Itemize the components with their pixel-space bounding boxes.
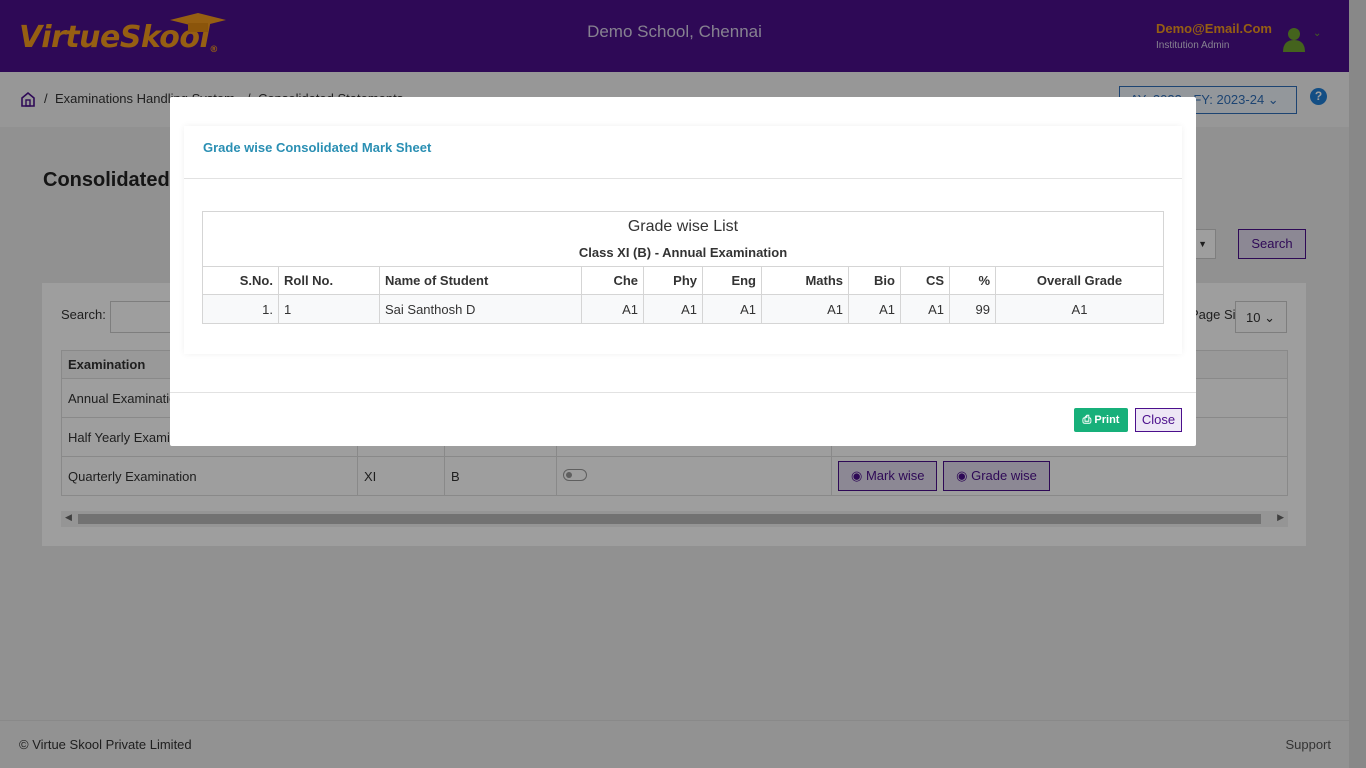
modal-footer-divider [170, 392, 1196, 393]
column-header: Bio [848, 266, 901, 295]
cell-overall-grade: A1 [995, 294, 1164, 324]
close-button[interactable]: Close [1135, 408, 1182, 432]
grade-wise-modal: Grade wise Consolidated Mark Sheet Grade… [170, 97, 1196, 446]
cell-maths: A1 [761, 294, 849, 324]
cell-roll: 1 [278, 294, 380, 324]
column-header: Maths [761, 266, 849, 295]
table-row: 1. 1 Sai Santhosh D A1 A1 A1 A1 A1 A1 99… [202, 294, 1164, 324]
column-header: Eng [702, 266, 762, 295]
print-label: Print [1094, 414, 1120, 426]
column-header: Name of Student [379, 266, 582, 295]
cell-sno: 1. [202, 294, 279, 324]
column-header: CS [900, 266, 950, 295]
cell-student-name: Sai Santhosh D [379, 294, 582, 324]
printer-icon: ⎙ [1082, 414, 1092, 426]
modal-divider [184, 178, 1182, 179]
modal-title: Grade wise Consolidated Mark Sheet [203, 140, 432, 155]
column-header: Che [581, 266, 644, 295]
grade-table: Grade wise List Class XI (B) - Annual Ex… [202, 211, 1164, 324]
column-header: Phy [643, 266, 703, 295]
column-header: S.No. [202, 266, 279, 295]
cell-percent: 99 [949, 294, 996, 324]
cell-bio: A1 [848, 294, 901, 324]
column-header: Roll No. [278, 266, 380, 295]
grade-list-title: Grade wise List [202, 211, 1164, 239]
column-header: Overall Grade [995, 266, 1164, 295]
grade-list-subtitle: Class XI (B) - Annual Examination [202, 238, 1164, 267]
cell-che: A1 [581, 294, 644, 324]
print-button[interactable]: ⎙ Print [1074, 408, 1128, 432]
cell-eng: A1 [702, 294, 762, 324]
cell-phy: A1 [643, 294, 703, 324]
cell-cs: A1 [900, 294, 950, 324]
column-header: % [949, 266, 996, 295]
